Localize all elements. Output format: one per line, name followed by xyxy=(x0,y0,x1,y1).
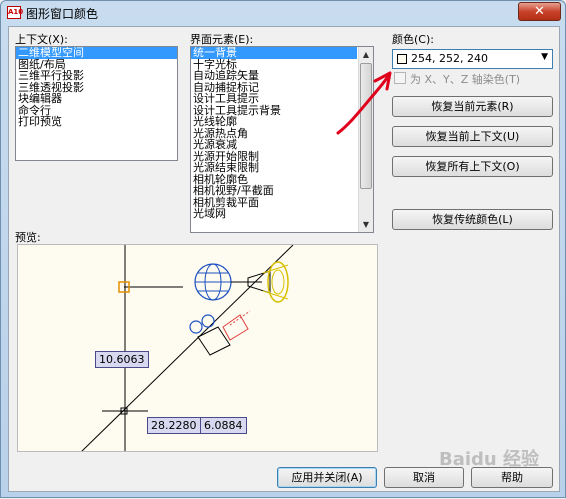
restore-classic-button[interactable]: 恢复传统颜色(L) xyxy=(392,209,553,230)
light-globe-icon xyxy=(194,263,262,301)
interface-elements-label: 界面元素(E): xyxy=(190,33,254,46)
preview-label: 预览: xyxy=(15,231,41,244)
color-label: 颜色(C): xyxy=(392,33,434,46)
scroll-thumb[interactable] xyxy=(360,63,372,189)
scroll-up-icon[interactable]: ▲ xyxy=(359,47,373,62)
dialog-window: A10 图形窗口颜色 ✕ 上下文(X): 二维模型空间 图纸/布局 三维平行投影 三维… xyxy=(0,0,566,498)
elements-list-item[interactable]: 光线轮廓 xyxy=(191,116,357,128)
restore-all-button[interactable]: 恢复所有上下文(O) xyxy=(392,156,553,177)
autocad-app-icon: A10 xyxy=(7,6,23,19)
tint-axis-checkbox[interactable] xyxy=(394,72,406,84)
dialog-client: 上下文(X): 二维模型空间 图纸/布局 三维平行投影 三维透视投影 块编辑器 命令行 打印… xyxy=(8,26,560,492)
chevron-down-icon[interactable]: ▼ xyxy=(541,52,548,62)
interface-elements-listbox[interactable]: 统一背景 十字光标 自动追踪矢量 自动捕捉标记 设计工具提示 设计工具提示背景 光线轮廓 光源… xyxy=(190,46,374,233)
elements-list-item[interactable]: 相机视野/平截面 xyxy=(191,185,357,197)
context-list-item[interactable]: 三维平行投影 xyxy=(16,70,177,82)
restore-context-button[interactable]: 恢复当前上下文(U) xyxy=(392,126,553,147)
color-dropdown[interactable]: 254, 252, 240 ▼ xyxy=(392,49,553,69)
elements-list-item[interactable]: 光源衰减 xyxy=(191,139,357,151)
elements-scrollbar[interactable]: ▲ ▼ xyxy=(358,47,373,232)
elements-list-item[interactable]: 光域网 xyxy=(191,208,357,220)
context-list-item[interactable]: 打印预览 xyxy=(16,116,177,128)
elements-list-item[interactable]: 光源结束限制 xyxy=(191,162,357,174)
preview-canvas: 10.6063 28.2280 6.0884 xyxy=(17,244,378,452)
elements-list-item[interactable]: 统一背景 xyxy=(191,47,357,59)
coordinate-readout-1: 10.6063 xyxy=(95,351,149,368)
context-list-item[interactable]: 二维模型空间 xyxy=(16,47,177,59)
window-title: 图形窗口颜色 xyxy=(26,7,99,21)
context-label: 上下文(X): xyxy=(15,33,68,46)
color-swatch xyxy=(397,54,407,64)
context-list-item[interactable]: 块编辑器 xyxy=(16,93,177,105)
baidu-watermark: Baidu 经验 xyxy=(439,449,540,470)
scroll-down-icon[interactable]: ▼ xyxy=(359,217,373,232)
color-value: 254, 252, 240 xyxy=(411,52,488,65)
coordinate-readout-2: 28.2280 xyxy=(147,417,201,434)
elements-list-item[interactable]: 设计工具提示 xyxy=(191,93,357,105)
tint-axis-label: 为 X、Y、Z 轴染色(T) xyxy=(410,73,521,86)
coordinate-readout-3: 6.0884 xyxy=(200,417,247,434)
elements-list-item[interactable]: 自动追踪矢量 xyxy=(191,70,357,82)
restore-element-button[interactable]: 恢复当前元素(R) xyxy=(392,96,553,117)
title-bar: A10 图形窗口颜色 ✕ xyxy=(1,1,565,25)
context-listbox[interactable]: 二维模型空间 图纸/布局 三维平行投影 三维透视投影 块编辑器 命令行 打印预览 xyxy=(15,46,178,161)
camera-icon xyxy=(189,310,251,356)
apply-close-button[interactable]: 应用并关闭(A) xyxy=(277,467,377,488)
close-button[interactable]: ✕ xyxy=(518,2,561,21)
